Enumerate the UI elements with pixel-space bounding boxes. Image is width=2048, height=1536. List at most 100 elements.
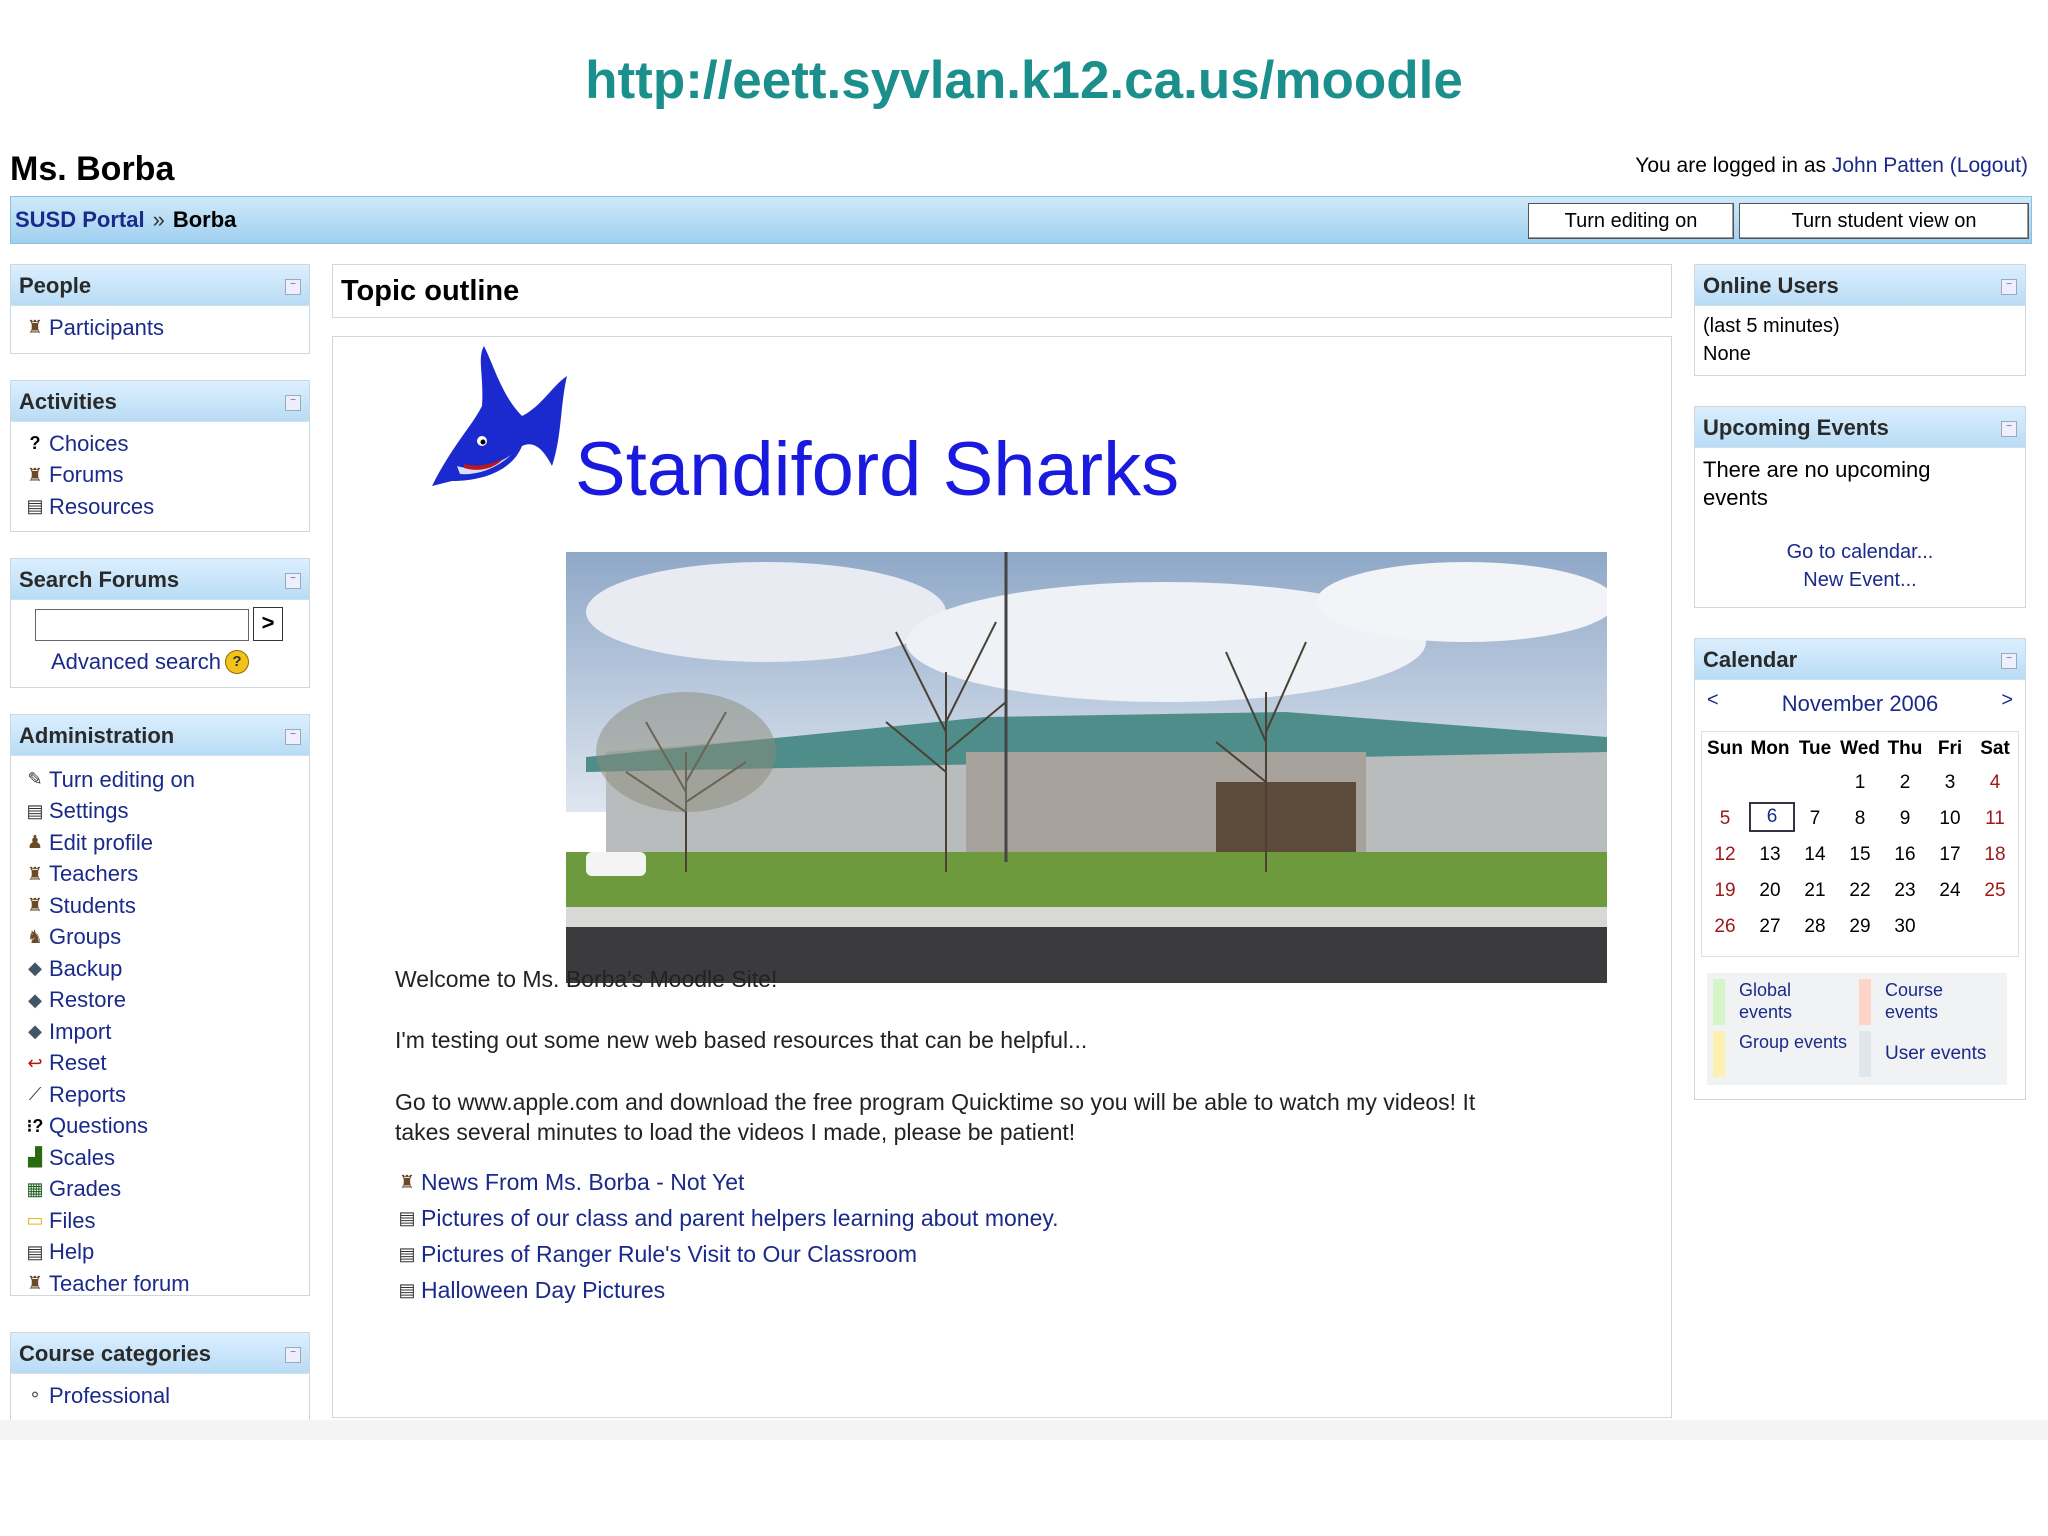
admin-import[interactable]: ◆ Import bbox=[23, 1016, 309, 1048]
welcome-text: Welcome to Ms. Borba's Moodle Site! bbox=[395, 966, 778, 992]
block-header: Activities − bbox=[11, 381, 309, 422]
admin-groups[interactable]: ♞ Groups bbox=[23, 922, 309, 954]
admin-teacher-forum[interactable]: ♜ Teacher forum bbox=[23, 1268, 309, 1300]
calendar-day[interactable]: 25 bbox=[1974, 880, 2016, 902]
calendar-day[interactable]: 17 bbox=[1929, 844, 1971, 866]
online-users-period: (last 5 minutes) bbox=[1703, 315, 1840, 337]
calendar-day[interactable]: 6 bbox=[1749, 802, 1795, 832]
user-name-link[interactable]: John Patten bbox=[1832, 154, 1944, 177]
calendar-day[interactable]: 12 bbox=[1704, 844, 1746, 866]
course-events-link[interactable]: Course events bbox=[1885, 979, 1995, 1023]
collapse-icon[interactable]: − bbox=[285, 279, 301, 295]
collapse-icon[interactable]: − bbox=[285, 573, 301, 589]
block-title: Search Forums bbox=[19, 567, 180, 592]
admin-turn-editing-on[interactable]: ✎ Turn editing on bbox=[23, 764, 309, 796]
user-events-link[interactable]: User events bbox=[1885, 1043, 2015, 1065]
web-page-icon: ▤ bbox=[398, 1208, 416, 1228]
turn-student-view-on-button[interactable]: Turn student view on bbox=[1739, 203, 2029, 239]
calendar-day[interactable]: 23 bbox=[1884, 880, 1926, 902]
calendar-day[interactable]: 7 bbox=[1794, 808, 1836, 830]
calendar-day[interactable]: 20 bbox=[1749, 880, 1791, 902]
calendar-day[interactable]: 11 bbox=[1974, 808, 2016, 830]
admin-reports[interactable]: ⟋ Reports bbox=[23, 1079, 309, 1111]
ranger-rule-pictures-link[interactable]: ▤ Pictures of Ranger Rule's Visit to Our … bbox=[395, 1241, 917, 1268]
calendar-day[interactable]: 15 bbox=[1839, 844, 1881, 866]
block-header: Calendar − bbox=[1695, 639, 2025, 680]
calendar-day[interactable]: 3 bbox=[1929, 772, 1971, 794]
calendar-day[interactable]: 24 bbox=[1929, 880, 1971, 902]
logout-link[interactable]: (Logout) bbox=[1950, 154, 2028, 177]
halloween-pictures-link[interactable]: ▤ Halloween Day Pictures bbox=[395, 1277, 665, 1304]
block-title: Activities bbox=[19, 389, 117, 414]
admin-teachers[interactable]: ♜ Teachers bbox=[23, 859, 309, 891]
calendar-day[interactable]: 22 bbox=[1839, 880, 1881, 902]
calendar-day[interactable]: 16 bbox=[1884, 844, 1926, 866]
calendar-day[interactable]: 13 bbox=[1749, 844, 1791, 866]
calendar-day[interactable]: 21 bbox=[1794, 880, 1836, 902]
collapse-icon[interactable]: − bbox=[2001, 279, 2017, 295]
go-to-calendar-link[interactable]: Go to calendar... bbox=[1787, 541, 1934, 563]
admin-edit-profile[interactable]: ♟ Edit profile bbox=[23, 827, 309, 859]
admin-students[interactable]: ♜ Students bbox=[23, 890, 309, 922]
collapse-icon[interactable]: − bbox=[285, 395, 301, 411]
collapse-icon[interactable]: − bbox=[285, 729, 301, 745]
collapse-icon[interactable]: − bbox=[285, 1347, 301, 1363]
upcoming-events-block: Upcoming Events − There are no upcoming … bbox=[1694, 406, 2026, 608]
teachers-icon: ♜ bbox=[26, 863, 44, 884]
slide-url-title: http://eett.syvlan.k12.ca.us/moodle bbox=[585, 51, 1463, 110]
block-title: Upcoming Events bbox=[1703, 415, 1889, 440]
breadcrumb-portal-link[interactable]: SUSD Portal bbox=[15, 207, 145, 232]
admin-reset[interactable]: ↩ Reset bbox=[23, 1048, 309, 1080]
calendar-day[interactable]: 30 bbox=[1884, 916, 1926, 938]
quicktime-text-1: Go to www.apple.com and download the fre… bbox=[395, 1089, 1476, 1115]
money-pictures-link[interactable]: ▤ Pictures of our class and parent helper… bbox=[395, 1205, 1059, 1232]
calendar-next-link[interactable]: > bbox=[2001, 689, 2013, 712]
calendar-day[interactable]: 14 bbox=[1794, 844, 1836, 866]
calendar-day[interactable]: 10 bbox=[1929, 808, 1971, 830]
news-forum-link[interactable]: ♜ News From Ms. Borba - Not Yet bbox=[395, 1169, 744, 1196]
search-forums-input[interactable] bbox=[35, 609, 249, 641]
calendar-day[interactable]: 28 bbox=[1794, 916, 1836, 938]
calendar-day[interactable]: 5 bbox=[1704, 808, 1746, 830]
category-professional[interactable]: ⚬ Professional bbox=[23, 1380, 309, 1412]
calendar-day[interactable]: 19 bbox=[1704, 880, 1746, 902]
help-icon[interactable]: ? bbox=[225, 650, 249, 674]
resources-link[interactable]: ▤ Resources bbox=[23, 491, 309, 523]
calendar-day[interactable]: 2 bbox=[1884, 772, 1926, 794]
block-header: Search Forums − bbox=[11, 559, 309, 600]
calendar-day[interactable]: 27 bbox=[1749, 916, 1791, 938]
global-events-link[interactable]: Global events bbox=[1739, 979, 1849, 1023]
block-title: Administration bbox=[19, 723, 175, 748]
advanced-search-link[interactable]: Advanced search bbox=[51, 649, 221, 675]
calendar-day[interactable]: 9 bbox=[1884, 808, 1926, 830]
admin-questions[interactable]: ⁝? Questions bbox=[23, 1111, 309, 1143]
admin-backup[interactable]: ◆ Backup bbox=[23, 953, 309, 985]
search-go-button[interactable]: > bbox=[253, 607, 283, 641]
collapse-icon[interactable]: − bbox=[2001, 653, 2017, 669]
new-event-link[interactable]: New Event... bbox=[1803, 569, 1916, 591]
profile-icon: ♟ bbox=[26, 832, 44, 853]
calendar-day[interactable]: 26 bbox=[1704, 916, 1746, 938]
calendar-day[interactable]: 18 bbox=[1974, 844, 2016, 866]
choices-link[interactable]: ? Choices bbox=[23, 428, 309, 460]
collapse-icon[interactable]: − bbox=[2001, 421, 2017, 437]
calendar-day[interactable]: 29 bbox=[1839, 916, 1881, 938]
calendar-month-link[interactable]: November 2006 bbox=[1695, 691, 2025, 717]
forums-link[interactable]: ♜ Forums bbox=[23, 460, 309, 492]
group-events-link[interactable]: Group events bbox=[1739, 1031, 1849, 1053]
breadcrumb-separator: » bbox=[152, 207, 165, 232]
admin-settings[interactable]: ▤ Settings bbox=[23, 796, 309, 828]
admin-scales[interactable]: ▟ Scales bbox=[23, 1142, 309, 1174]
shark-logo bbox=[432, 346, 567, 486]
admin-files[interactable]: ▭ Files bbox=[23, 1205, 309, 1237]
admin-grades[interactable]: ▦ Grades bbox=[23, 1174, 309, 1206]
calendar-day[interactable]: 1 bbox=[1839, 772, 1881, 794]
admin-help[interactable]: ▤ Help bbox=[23, 1237, 309, 1269]
link-label: Pictures of our class and parent helpers… bbox=[421, 1205, 1059, 1231]
admin-restore[interactable]: ◆ Restore bbox=[23, 985, 309, 1017]
category-icon: ⚬ bbox=[27, 1385, 43, 1406]
turn-editing-on-button[interactable]: Turn editing on bbox=[1528, 203, 1734, 239]
calendar-day[interactable]: 4 bbox=[1974, 772, 2016, 794]
participants-link[interactable]: ♜ Participants bbox=[23, 312, 309, 344]
calendar-day[interactable]: 8 bbox=[1839, 808, 1881, 830]
